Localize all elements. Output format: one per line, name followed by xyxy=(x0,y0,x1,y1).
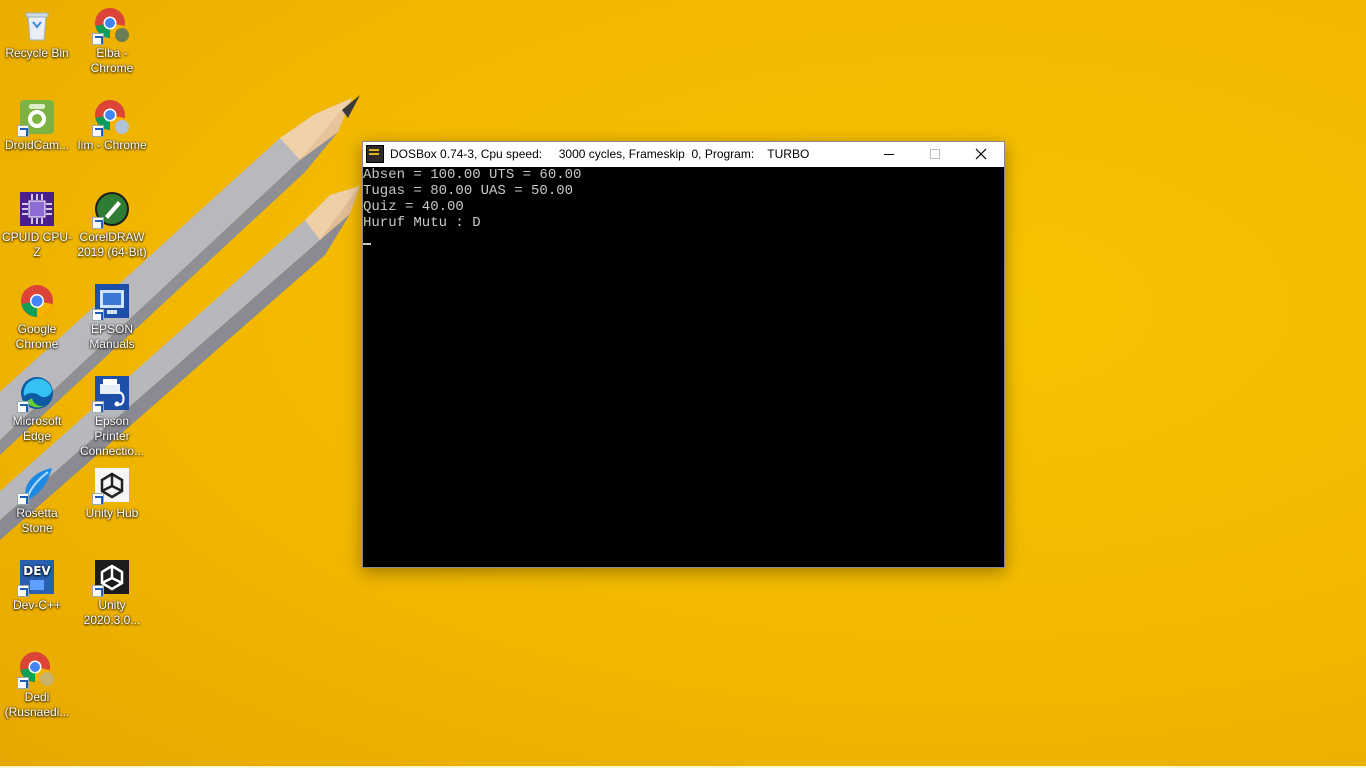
shortcut-arrow-icon xyxy=(92,493,104,505)
desktop-icon-recycle-bin[interactable]: Recycle Bin xyxy=(0,0,74,88)
desktop-icon-label: Rosetta Stone xyxy=(16,506,58,535)
desktop-icon-label: EPSON Manuals xyxy=(89,322,135,351)
shortcut-arrow-icon xyxy=(92,125,104,137)
dosbox-window[interactable]: DOSBox 0.74-3, Cpu speed: 3000 cycles, F… xyxy=(362,141,1005,568)
desktop-icon-rosetta-stone[interactable]: Rosetta Stone xyxy=(0,460,74,548)
desktop-icon-label: Elba - Chrome xyxy=(90,46,134,75)
minimize-icon xyxy=(884,154,894,155)
svg-text:DEV: DEV xyxy=(23,564,51,578)
desktop-icon-unity-2020[interactable]: Unity 2020.3.0... xyxy=(75,552,149,640)
text-cursor xyxy=(363,243,371,245)
console-line: Absen = 100.00 UTS = 60.00 xyxy=(363,167,582,183)
shortcut-arrow-icon xyxy=(92,217,104,229)
desktop-icon-label: Epson Printer Connectio... xyxy=(79,414,145,458)
desktop-icon-unity-hub[interactable]: Unity Hub xyxy=(75,460,149,548)
chrome-icon xyxy=(92,6,131,45)
desktop-icon-cpu-z[interactable]: CPUID CPU-Z xyxy=(0,184,74,272)
chrome-icon xyxy=(18,282,56,320)
close-icon xyxy=(975,148,987,160)
droidcam-icon xyxy=(17,98,56,137)
chrome-icon xyxy=(17,650,56,689)
dos-console[interactable]: Absen = 100.00 UTS = 60.00 Tugas = 80.00… xyxy=(363,167,1004,567)
desktop-icon-elba-chrome[interactable]: Elba - Chrome xyxy=(75,0,149,88)
shortcut-arrow-icon xyxy=(17,125,29,137)
desktop-icon-epson-manuals[interactable]: EPSON Manuals xyxy=(75,276,149,364)
maximize-icon xyxy=(930,149,940,159)
desktop-icon-dedi-chrome[interactable]: Dedi (Rusnaedi... xyxy=(0,644,74,732)
desktop-icon-label: Dedi (Rusnaedi... xyxy=(4,690,70,719)
shortcut-arrow-icon xyxy=(92,401,104,413)
maximize-button[interactable] xyxy=(912,142,958,166)
desktop-icon-dev-cpp[interactable]: DEV Dev-C++ xyxy=(0,552,74,640)
desktop-icon-epson-printer[interactable]: Epson Printer Connectio... xyxy=(75,368,149,458)
shortcut-arrow-icon xyxy=(17,677,29,689)
desktop-icon-label: Unity Hub xyxy=(85,506,139,520)
desktop-icon-microsoft-edge[interactable]: Microsoft Edge xyxy=(0,368,74,456)
desktop-icon-label: CorelDRAW 2019 (64-Bit) xyxy=(77,230,147,259)
edge-icon xyxy=(17,374,56,413)
unity-icon xyxy=(92,558,131,597)
desktop-icon-label: Dev-C++ xyxy=(12,598,62,612)
desktop-icon-label: Google Chrome xyxy=(15,322,59,351)
epson-manuals-icon xyxy=(92,282,131,321)
recycle-bin-icon xyxy=(18,6,56,44)
console-line: Huruf Mutu : D xyxy=(363,215,481,231)
unity-icon xyxy=(92,466,131,505)
desktop-icon-label: DroidCam... xyxy=(4,138,69,152)
shortcut-arrow-icon xyxy=(17,493,29,505)
cpu-z-icon xyxy=(18,190,56,228)
desktop-icon-iim-chrome[interactable]: Iim - Chrome xyxy=(75,92,149,180)
desktop-icon-label: Iim - Chrome xyxy=(77,138,147,152)
desktop-icon-label: Microsoft Edge xyxy=(12,414,62,443)
rosetta-stone-icon xyxy=(17,466,56,505)
shortcut-arrow-icon xyxy=(17,585,29,597)
console-cursor-line xyxy=(363,231,1004,247)
window-title: DOSBox 0.74-3, Cpu speed: 3000 cycles, F… xyxy=(390,147,810,161)
shortcut-arrow-icon xyxy=(17,401,29,413)
desktop-icon-google-chrome[interactable]: Google Chrome xyxy=(0,276,74,364)
console-line: Tugas = 80.00 UAS = 50.00 xyxy=(363,183,574,199)
shortcut-arrow-icon xyxy=(92,309,104,321)
coreldraw-icon xyxy=(92,190,131,229)
dosbox-app-icon[interactable] xyxy=(366,145,384,163)
desktop-icon-coreldraw[interactable]: CorelDRAW 2019 (64-Bit) xyxy=(75,184,149,272)
close-button[interactable] xyxy=(958,142,1004,166)
desktop-icon-droidcam[interactable]: DroidCam... xyxy=(0,92,74,180)
desktop-icon-label: Recycle Bin xyxy=(5,46,69,60)
epson-printer-icon xyxy=(92,374,131,413)
chrome-icon xyxy=(92,98,131,137)
shortcut-arrow-icon xyxy=(92,585,104,597)
desktop-icon-label: Unity 2020.3.0... xyxy=(83,598,141,627)
shortcut-arrow-icon xyxy=(92,33,104,45)
devcpp-icon: DEV xyxy=(17,558,56,597)
minimize-button[interactable] xyxy=(866,142,912,166)
desktop-icon-label: CPUID CPU-Z xyxy=(1,230,72,259)
console-line: Quiz = 40.00 xyxy=(363,199,464,215)
window-titlebar[interactable]: DOSBox 0.74-3, Cpu speed: 3000 cycles, F… xyxy=(363,142,1004,166)
